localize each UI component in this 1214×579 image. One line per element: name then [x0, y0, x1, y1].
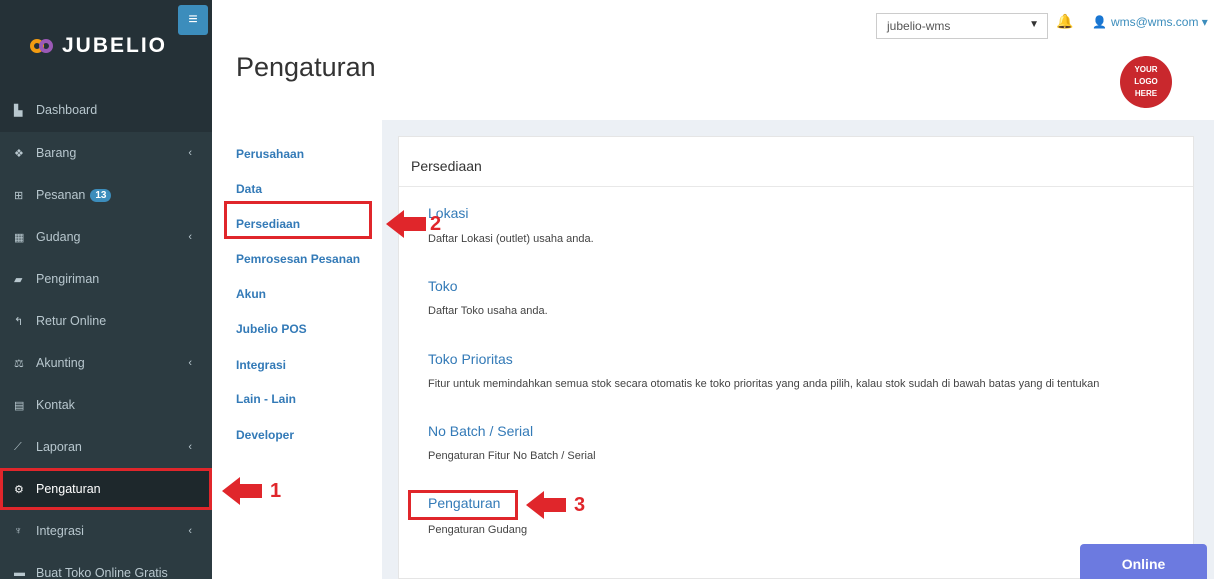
sidebar-item-label: Gudang [36, 230, 81, 244]
settings-link-lain-lain[interactable]: Lain - Lain [236, 392, 296, 406]
settings-link-jubelio-pos[interactable]: Jubelio POS [236, 322, 307, 336]
sidebar-item-label: Barang [36, 146, 77, 160]
sidebar-item-kontak[interactable]: ▤ Kontak [0, 384, 212, 426]
entry-no-batch-serial-link[interactable]: No Batch / Serial [428, 423, 533, 439]
your-logo-badge: YOUR LOGO HERE [1120, 56, 1172, 108]
logo-text-line: LOGO [1134, 77, 1158, 86]
sidebar-item-barang[interactable]: ❖ Barang ‹ [0, 132, 212, 174]
entry-pengaturan-desc: Pengaturan Gudang [428, 524, 528, 536]
entry-lokasi-desc: Daftar Lokasi (outlet) usaha anda. [428, 233, 594, 245]
cart-icon: ▬ [14, 567, 25, 579]
sidebar-item-label: Akunting [36, 356, 85, 370]
sidebar-item-label: Pesanan [36, 188, 86, 202]
settings-menu: Perusahaan Data Persediaan Pemrosesan Pe… [212, 120, 382, 579]
settings-link-pemrosesan-pesanan[interactable]: Pemrosesan Pesanan [236, 252, 360, 266]
building-icon: ▦ [14, 231, 25, 244]
highlight-box-persediaan [224, 201, 372, 239]
sidebar-item-label: Pengaturan [36, 482, 101, 496]
sidebar-item-buat-toko[interactable]: ▬ Buat Toko Online Gratis [0, 552, 212, 579]
caret-down-icon: ▼ [1029, 19, 1039, 30]
logo-text-line: HERE [1134, 89, 1158, 98]
sidebar-item-laporan[interactable]: ⟋ Laporan ‹ [0, 426, 212, 468]
sidebar-item-dashboard[interactable]: ▙ Dashboard [0, 88, 212, 132]
entry-no-batch-serial-desc: Pengaturan Fitur No Batch / Serial [428, 450, 596, 462]
highlight-box-pengaturan [408, 490, 518, 520]
sidebar-toggle-button[interactable]: ≡ [178, 5, 208, 35]
sidebar-item-retur-online[interactable]: ↰ Retur Online [0, 300, 212, 342]
truck-icon: ▰ [14, 273, 23, 286]
line-chart-icon: ⟋ [14, 440, 22, 453]
chevron-left-icon: ‹ [188, 231, 192, 243]
cubes-icon: ❖ [14, 147, 24, 160]
sidebar-item-pesanan[interactable]: ⊞ Pesanan 13 [0, 174, 212, 216]
address-card-icon: ▤ [14, 399, 25, 412]
user-email: wms@wms.com [1110, 15, 1199, 29]
top-header: Pengaturan jubelio-wms ▼ 🔔 👤 wms@wms.com … [212, 0, 1214, 120]
step-2-arrow: 2 [386, 210, 441, 238]
panel-title: Persediaan [399, 137, 1193, 187]
sidebar-item-label: Pengiriman [36, 272, 100, 286]
online-status-button[interactable]: Online [1080, 544, 1207, 579]
settings-link-perusahaan[interactable]: Perusahaan [236, 147, 304, 161]
reply-icon: ↰ [14, 315, 24, 328]
sidebar-item-label: Integrasi [36, 524, 84, 538]
orders-count-badge: 13 [90, 188, 112, 202]
step-1-arrow: 1 [222, 477, 281, 505]
settings-link-data[interactable]: Data [236, 182, 262, 196]
settings-link-integrasi[interactable]: Integrasi [236, 358, 286, 372]
step-3-arrow: 3 [526, 491, 585, 519]
entry-toko-prioritas-link[interactable]: Toko Prioritas [428, 351, 513, 367]
arrow-left-icon [386, 210, 404, 238]
chevron-left-icon: ‹ [188, 147, 192, 159]
entry-toko-desc: Daftar Toko usaha anda. [428, 305, 548, 317]
brand: JUBELIO ≡ [0, 0, 212, 88]
sidebar-item-label: Dashboard [36, 103, 98, 117]
company-select[interactable]: jubelio-wms ▼ [876, 13, 1048, 39]
user-menu[interactable]: 👤 wms@wms.com ▾ [1092, 15, 1208, 29]
entry-toko-prioritas-desc: Fitur untuk memindahkan semua stok secar… [428, 378, 1100, 390]
arrow-shaft [544, 498, 566, 512]
cogs-icon: ⚙ [14, 483, 24, 496]
sidebar-item-gudang[interactable]: ▦ Gudang ‹ [0, 216, 212, 258]
basket-icon: ⊞ [14, 189, 24, 202]
brand-logo[interactable]: JUBELIO [30, 34, 167, 58]
chevron-left-icon: ‹ [188, 441, 192, 453]
arrow-shaft [240, 484, 262, 498]
chevron-left-icon: ‹ [188, 357, 192, 369]
dashboard-icon: ▙ [14, 104, 23, 117]
step-2-label: 2 [430, 212, 442, 235]
sidebar-item-akunting[interactable]: ⚖ Akunting ‹ [0, 342, 212, 384]
arrow-left-icon [526, 491, 544, 519]
jubelio-logo-icon [30, 35, 56, 57]
step-3-label: 3 [574, 493, 586, 516]
settings-link-developer[interactable]: Developer [236, 428, 294, 442]
balance-scale-icon: ⚖ [14, 357, 24, 370]
brand-name: JUBELIO [62, 34, 168, 57]
page-title: Pengaturan [236, 52, 376, 82]
sidebar-item-pengaturan[interactable]: ⚙ Pengaturan [0, 468, 212, 510]
sidebar-item-label: Retur Online [36, 314, 107, 328]
sidebar-item-label: Kontak [36, 398, 75, 412]
sidebar-item-label: Laporan [36, 440, 82, 454]
sidebar-item-label: Buat Toko Online Gratis [36, 566, 168, 579]
sidebar-item-pengiriman[interactable]: ▰ Pengiriman [0, 258, 212, 300]
settings-link-akun[interactable]: Akun [236, 287, 266, 301]
bell-icon[interactable]: 🔔 [1056, 13, 1073, 30]
step-1-label: 1 [270, 479, 282, 502]
plug-icon: ♆ [14, 525, 23, 537]
company-select-value: jubelio-wms [887, 19, 951, 33]
arrow-shaft [404, 217, 426, 231]
chevron-left-icon: ‹ [188, 525, 192, 537]
arrow-left-icon [222, 477, 240, 505]
sidebar-item-integrasi[interactable]: ♆ Integrasi ‹ [0, 510, 212, 552]
user-icon: 👤 [1092, 15, 1107, 29]
sidebar: JUBELIO ≡ ▙ Dashboard ❖ Barang ‹ ⊞ Pesan… [0, 0, 212, 579]
logo-text-line: YOUR [1134, 65, 1158, 74]
entry-toko-link[interactable]: Toko [428, 278, 458, 294]
